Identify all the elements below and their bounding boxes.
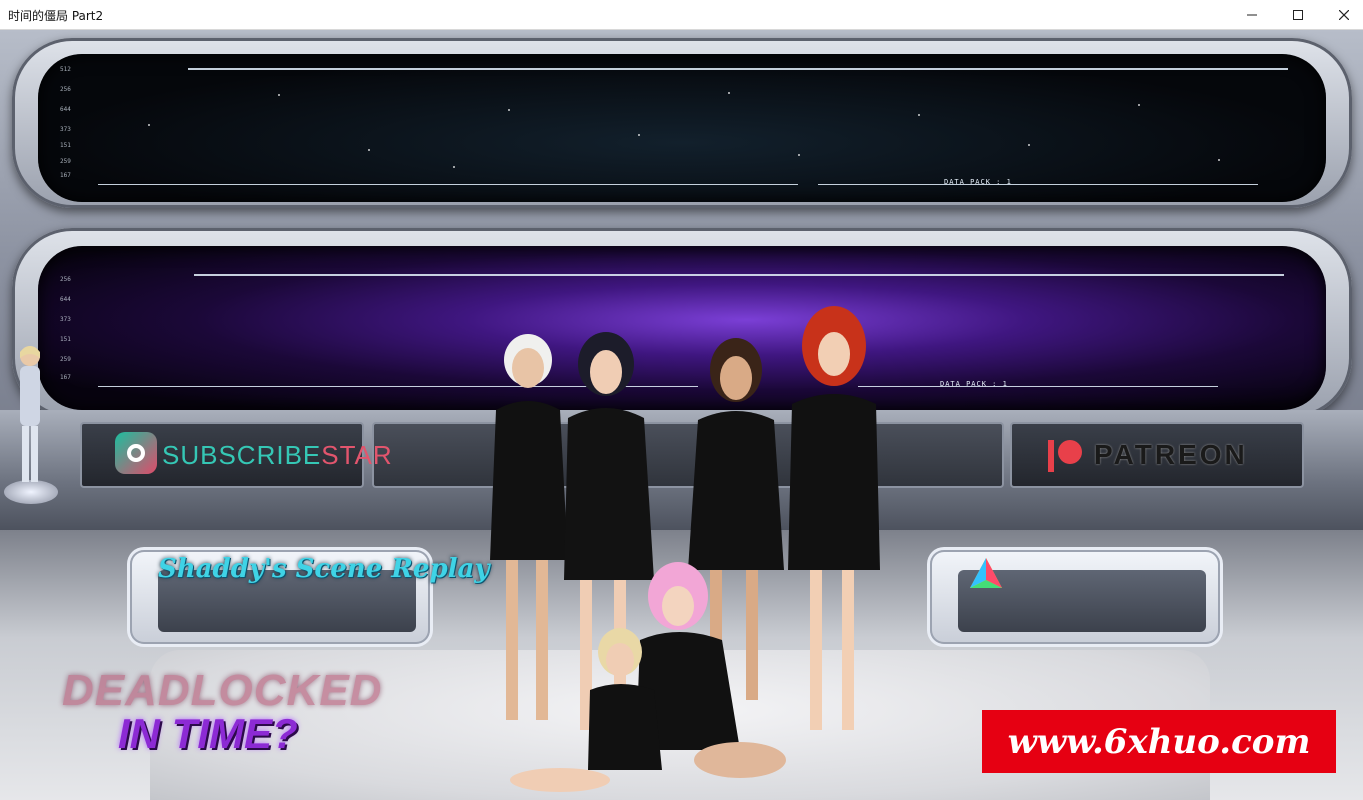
hud-line xyxy=(818,184,1258,185)
scale-tick: 512 xyxy=(60,66,71,73)
window-title: 时间的僵局 Part2 xyxy=(8,9,104,23)
scale-tick: 644 xyxy=(60,296,71,303)
subscribestar-text-part2: STAR xyxy=(321,440,393,470)
scale-tick: 151 xyxy=(60,336,71,343)
watermark-banner: www.6xhuo.com xyxy=(982,710,1336,773)
scale-tick: 167 xyxy=(60,374,71,381)
data-pack-label: DATA PACK : 1 xyxy=(940,380,1008,388)
figurine-character xyxy=(20,346,40,482)
close-icon xyxy=(1339,10,1349,20)
game-title-logo: DEADLOCKED IN TIME? xyxy=(62,666,382,758)
scale-tick: 644 xyxy=(60,106,71,113)
subscribestar-logo-text[interactable]: SUBSCRIBESTAR xyxy=(162,440,393,471)
hud-line xyxy=(188,68,1288,70)
close-button[interactable] xyxy=(1321,0,1363,30)
window-titlebar: 时间的僵局 Part2 xyxy=(0,0,1363,30)
scale-tick: 373 xyxy=(60,126,71,133)
hud-line xyxy=(858,386,1218,387)
scale-tick: 256 xyxy=(60,86,71,93)
character-blonde xyxy=(490,334,568,720)
maximize-icon xyxy=(1293,10,1303,20)
scale-tick: 259 xyxy=(60,356,71,363)
scale-tick: 167 xyxy=(60,172,71,179)
minimize-button[interactable] xyxy=(1229,0,1275,30)
hud-line xyxy=(98,184,798,185)
prism-icon[interactable] xyxy=(966,554,1006,594)
game-main-menu: DATA PACK : 1 512 256 644 373 151 259 16… xyxy=(0,30,1363,800)
subscribestar-text-part1: SUBSCRIBE xyxy=(162,440,322,470)
data-pack-label: DATA PACK : 1 xyxy=(944,178,1012,186)
top-space-viewport: DATA PACK : 1 512 256 644 373 151 259 16… xyxy=(38,54,1326,202)
character-red-hair xyxy=(788,306,880,730)
minimize-icon xyxy=(1247,14,1257,16)
patreon-icon[interactable] xyxy=(1046,436,1086,476)
scale-tick: 259 xyxy=(60,158,71,165)
patreon-logo-text[interactable]: PATREON xyxy=(1094,439,1248,471)
character-group xyxy=(490,306,880,792)
scale-tick: 151 xyxy=(60,142,71,149)
subscribestar-icon[interactable] xyxy=(115,432,157,474)
hud-line xyxy=(194,274,1284,276)
game-title-line1: DEADLOCKED xyxy=(62,666,383,715)
game-title-line2: IN TIME? xyxy=(118,710,298,757)
scale-tick: 256 xyxy=(60,276,71,283)
maximize-button[interactable] xyxy=(1275,0,1321,30)
scale-tick: 373 xyxy=(60,316,71,323)
watermark-text: www.6xhuo.com xyxy=(1007,721,1311,762)
